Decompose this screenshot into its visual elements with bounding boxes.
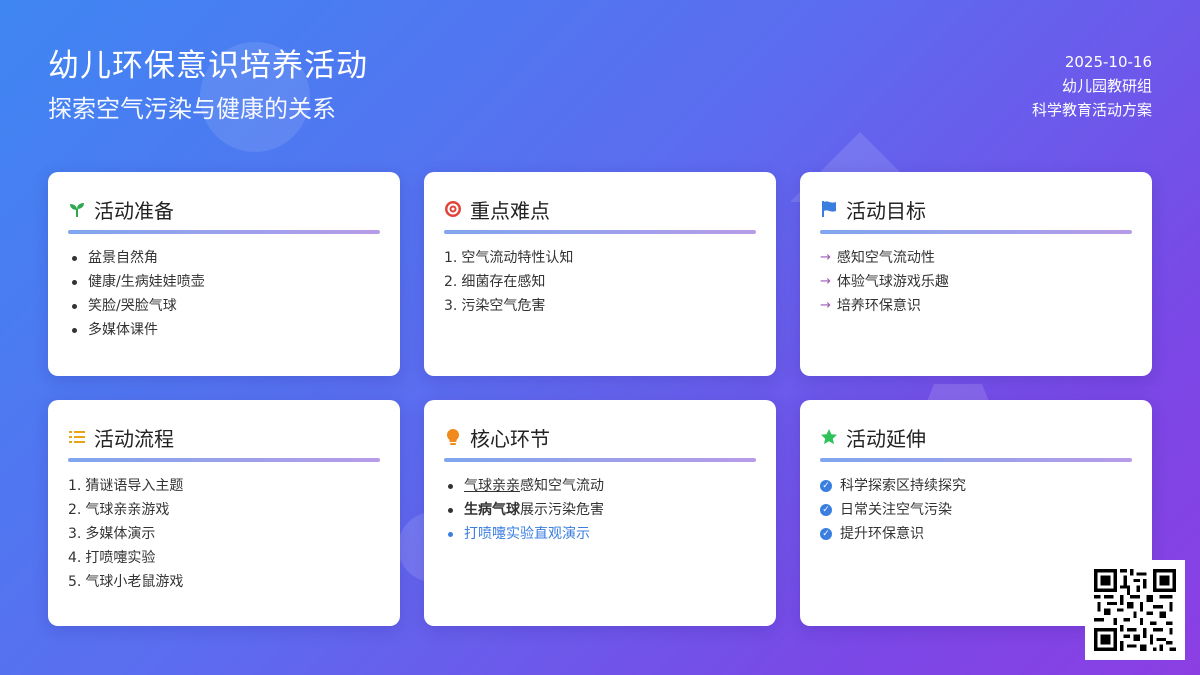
list-item: ✓ 日常关注空气污染 [820,498,1132,522]
flag-icon [820,200,838,218]
list-item: 1. 空气流动特性认知 [444,250,574,266]
list-item: → 感知空气流动性 [820,246,1132,270]
card-core: 核心环节 气球亲亲 感知空气流动 生病气球 展示污染危害 打喷嚏实验直观演示 [424,400,776,626]
list-item: 生病气球 展示污染危害 [444,498,756,522]
arrow-right-icon: → [820,250,831,265]
card-list: 1. 空气流动特性认知 2. 细菌存在感知 3. 污染空气危害 [444,246,756,318]
check-circle-icon: ✓ [820,528,832,540]
card-goals: 活动目标 → 感知空气流动性 → 体验气球游戏乐趣 → 培养环保意识 [800,172,1152,376]
card-title: 活动流程 [94,426,174,451]
list-item: 3. 污染空气危害 [444,298,546,314]
target-icon [444,200,462,218]
star-icon [820,428,838,446]
list-item: 笑脸/哭脸气球 [68,294,380,318]
page-title: 幼儿环保意识培养活动 [48,48,368,84]
card-list: 盆景自然角 健康/生病娃娃喷壶 笑脸/哭脸气球 多媒体课件 [68,246,380,342]
list-item: 健康/生病娃娃喷壶 [68,270,380,294]
qr-code-icon [1094,569,1176,651]
list-item: 盆景自然角 [68,246,380,270]
qr-code[interactable] [1085,560,1185,660]
card-title: 活动目标 [846,198,926,223]
card-list: 1. 猜谜语导入主题 2. 气球亲亲游戏 3. 多媒体演示 4. 打喷嚏实验 5. 气球小… [68,474,380,594]
list-item: 1. 猜谜语导入主题 [68,478,184,494]
header: 幼儿环保意识培养活动 探索空气污染与健康的关系 [48,46,368,126]
card-divider [444,230,756,234]
arrow-right-icon: → [820,298,831,313]
header-meta: 2025-10-16 幼儿园教研组 科学教育活动方案 [1032,50,1152,122]
list-icon [68,428,86,446]
list-item: 多媒体课件 [68,318,380,342]
list-item: 气球亲亲 感知空气流动 [444,474,756,498]
date-label: 2025-10-16 [1064,53,1152,71]
card-prep: 活动准备 盆景自然角 健康/生病娃娃喷壶 笑脸/哭脸气球 多媒体课件 [48,172,400,376]
card-list: ✓ 科学探索区持续探究 ✓ 日常关注空气污染 ✓ 提升环保意识 [820,474,1132,546]
list-item: → 培养环保意识 [820,294,1132,318]
list-item: → 体验气球游戏乐趣 [820,270,1132,294]
check-circle-icon: ✓ [820,504,832,516]
list-item: 3. 多媒体演示 [68,526,156,542]
card-divider [444,458,756,462]
card-key-points: 重点难点 1. 空气流动特性认知 2. 细菌存在感知 3. 污染空气危害 [424,172,776,376]
arrow-right-icon: → [820,274,831,289]
card-title: 核心环节 [470,426,550,451]
list-item: ✓ 科学探索区持续探究 [820,474,1132,498]
org-label: 幼儿园教研组 [1061,77,1152,95]
card-divider [820,230,1132,234]
card-list: → 感知空气流动性 → 体验气球游戏乐趣 → 培养环保意识 [820,246,1132,318]
card-list: 气球亲亲 感知空气流动 生病气球 展示污染危害 打喷嚏实验直观演示 [444,474,756,546]
check-circle-icon: ✓ [820,480,832,492]
card-divider [820,458,1132,462]
list-item: 2. 细菌存在感知 [444,274,546,290]
card-title: 活动准备 [94,198,174,223]
seedling-icon [68,200,86,218]
list-item: 4. 打喷嚏实验 [68,550,156,566]
card-divider [68,458,380,462]
list-item: 2. 气球亲亲游戏 [68,502,170,518]
card-title: 重点难点 [470,198,550,223]
card-title: 活动延伸 [846,426,926,451]
lightbulb-icon [444,428,462,446]
list-item: ✓ 提升环保意识 [820,522,1132,546]
card-divider [68,230,380,234]
list-item: 打喷嚏实验直观演示 [444,522,756,546]
list-item: 5. 气球小老鼠游戏 [68,574,184,590]
doc-type-label: 科学教育活动方案 [1031,101,1152,119]
page-subtitle: 探索空气污染与健康的关系 [48,95,336,123]
card-flow: 活动流程 1. 猜谜语导入主题 2. 气球亲亲游戏 3. 多媒体演示 4. 打喷嚏实验 … [48,400,400,626]
